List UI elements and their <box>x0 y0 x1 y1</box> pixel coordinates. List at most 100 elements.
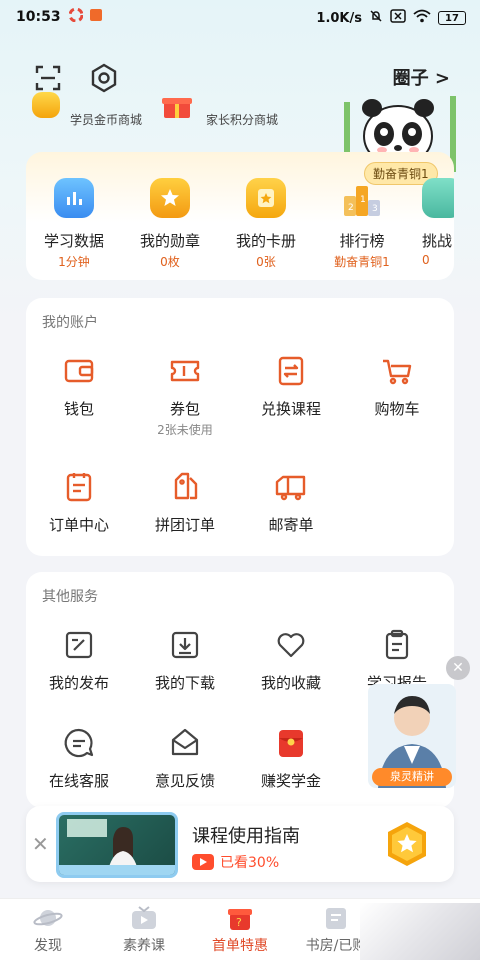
truck-icon <box>275 475 306 501</box>
planet-icon <box>33 910 63 926</box>
settings-icon[interactable] <box>86 60 122 96</box>
my-cards-item[interactable]: 我的卡册 0张 <box>218 178 314 270</box>
svg-text:1: 1 <box>360 195 366 205</box>
heart-icon <box>277 633 305 658</box>
my-posts-item[interactable]: 我的发布 <box>26 628 132 693</box>
feedback-label: 意见反馈 <box>154 772 215 790</box>
corner-overlay <box>360 903 480 960</box>
tab-first-order-deal[interactable]: ? 首单特惠 <box>192 905 288 955</box>
leaderboard-item[interactable]: 213 排行榜 勤奋青铜1 <box>314 178 410 270</box>
other-section-title: 其他服务 <box>42 589 98 605</box>
challenge-item[interactable]: 挑战 0 <box>410 178 454 267</box>
learning-data-value: 1分钟 <box>58 255 90 269</box>
group-order-item[interactable]: 拼团订单 <box>132 470 238 535</box>
exchange-icon <box>278 356 304 386</box>
my-posts-label: 我的发布 <box>48 674 109 692</box>
edit-icon <box>65 631 93 659</box>
learning-data-item[interactable]: 学习数据 1分钟 <box>26 178 122 270</box>
scan-icon[interactable] <box>30 60 66 96</box>
my-medals-item[interactable]: 我的勋章 0枚 <box>122 178 218 270</box>
coupon-label: 券包 <box>169 400 200 418</box>
my-favorites-label: 我的收藏 <box>260 674 321 692</box>
bar-chart-icon <box>54 178 94 218</box>
battery-icon: 17 <box>438 11 466 25</box>
order-center-label: 订单中心 <box>48 516 109 534</box>
svg-text:2: 2 <box>348 203 354 213</box>
wallet-item[interactable]: 钱包 <box>26 354 132 419</box>
cart-icon <box>383 359 412 385</box>
clipboard-icon <box>385 629 409 660</box>
online-service-label: 在线客服 <box>48 772 109 790</box>
my-cards-label: 我的卡册 <box>235 232 296 250</box>
floating-close-icon[interactable]: ✕ <box>446 656 470 680</box>
redeem-course-item[interactable]: 兑换课程 <box>238 354 344 419</box>
tab-discover-label: 发现 <box>34 938 62 954</box>
my-downloads-label: 我的下载 <box>154 674 215 692</box>
guide-thumbnail <box>56 812 178 878</box>
download-icon <box>171 631 199 659</box>
guide-progress-text: 已看30% <box>220 855 280 871</box>
medal-icon <box>150 178 190 218</box>
mystery-box-icon: ? <box>228 909 252 930</box>
my-cards-value: 0张 <box>256 255 276 269</box>
feedback-mail-icon <box>171 728 199 756</box>
tab-first-order-deal-label: 首单特惠 <box>212 938 268 954</box>
parent-mall-link[interactable]: 家长积分商城 <box>206 111 278 128</box>
challenge-icon <box>422 178 454 218</box>
mute-icon <box>369 9 383 27</box>
achievements-card: 勤奋青铜1 学习数据 1分钟 我的勋章 0枚 我的卡册 0张 213 排行榜 勤… <box>26 152 454 280</box>
redeem-course-label: 兑换课程 <box>260 400 321 418</box>
my-account-card: 我的账户 钱包 券包 2张未使用 兑换课程 购物车 订单中心 拼团订单 邮寄单 <box>26 298 454 556</box>
mail-order-item[interactable]: 邮寄单 <box>238 470 344 535</box>
cart-label: 购物车 <box>374 400 420 418</box>
leaderboard-label: 排行榜 <box>339 232 385 250</box>
app-notification-icon-2 <box>89 8 103 26</box>
order-icon <box>66 473 92 502</box>
account-section-title: 我的账户 <box>42 315 98 331</box>
sim-icon <box>390 9 406 27</box>
tab-discover[interactable]: 发现 <box>0 905 96 955</box>
my-downloads-item[interactable]: 我的下载 <box>132 628 238 693</box>
svg-text:3: 3 <box>372 204 378 214</box>
floating-tag: 泉灵精讲 <box>372 768 452 786</box>
my-medals-label: 我的勋章 <box>139 232 200 250</box>
podium-icon: 213 <box>342 178 382 218</box>
scholarship-item[interactable]: 赚奖学金 <box>238 726 344 791</box>
floating-teacher-card[interactable]: 泉灵精讲 <box>368 684 456 788</box>
coupon-icon <box>170 360 200 382</box>
wifi-icon <box>413 9 431 27</box>
status-time: 10:53 <box>16 9 61 25</box>
coin-icon <box>32 92 60 118</box>
leaderboard-value: 勤奋青铜1 <box>334 255 390 269</box>
scholarship-label: 赚奖学金 <box>260 772 321 790</box>
guide-medal-icon <box>384 820 430 872</box>
course-guide-banner[interactable]: ✕ 课程使用指南 已看30% <box>26 806 454 882</box>
coupon-item[interactable]: 券包 2张未使用 <box>132 354 238 438</box>
cart-item[interactable]: 购物车 <box>344 354 450 419</box>
chat-icon <box>64 728 94 758</box>
group-order-label: 拼团订单 <box>154 516 215 534</box>
tab-literacy[interactable]: 素养课 <box>96 905 192 955</box>
student-mall-link[interactable]: 学员金币商城 <box>70 111 142 128</box>
coupon-count: 2张未使用 <box>157 423 213 437</box>
red-envelope-icon <box>279 730 303 757</box>
online-service-item[interactable]: 在线客服 <box>26 726 132 791</box>
wallet-icon <box>64 359 94 383</box>
mail-order-label: 邮寄单 <box>268 516 314 534</box>
order-center-item[interactable]: 订单中心 <box>26 470 132 535</box>
book-icon <box>326 908 346 929</box>
banner-close-icon[interactable]: ✕ <box>32 832 49 856</box>
feedback-item[interactable]: 意见反馈 <box>132 726 238 791</box>
gift-icon <box>162 96 192 118</box>
learning-data-label: 学习数据 <box>43 232 104 250</box>
guide-progress: 已看30% <box>192 852 279 872</box>
play-icon <box>192 854 214 870</box>
group-tag-icon <box>174 472 198 500</box>
my-favorites-item[interactable]: 我的收藏 <box>238 628 344 693</box>
card-album-icon <box>246 178 286 218</box>
svg-text:?: ? <box>236 916 242 929</box>
circle-link[interactable]: 圈子 > <box>393 64 450 90</box>
status-indicators: 1.0K/s 17 <box>316 9 466 27</box>
tab-study-room-label: 书房/已购 <box>305 938 367 954</box>
challenge-value: 0 <box>422 253 430 267</box>
